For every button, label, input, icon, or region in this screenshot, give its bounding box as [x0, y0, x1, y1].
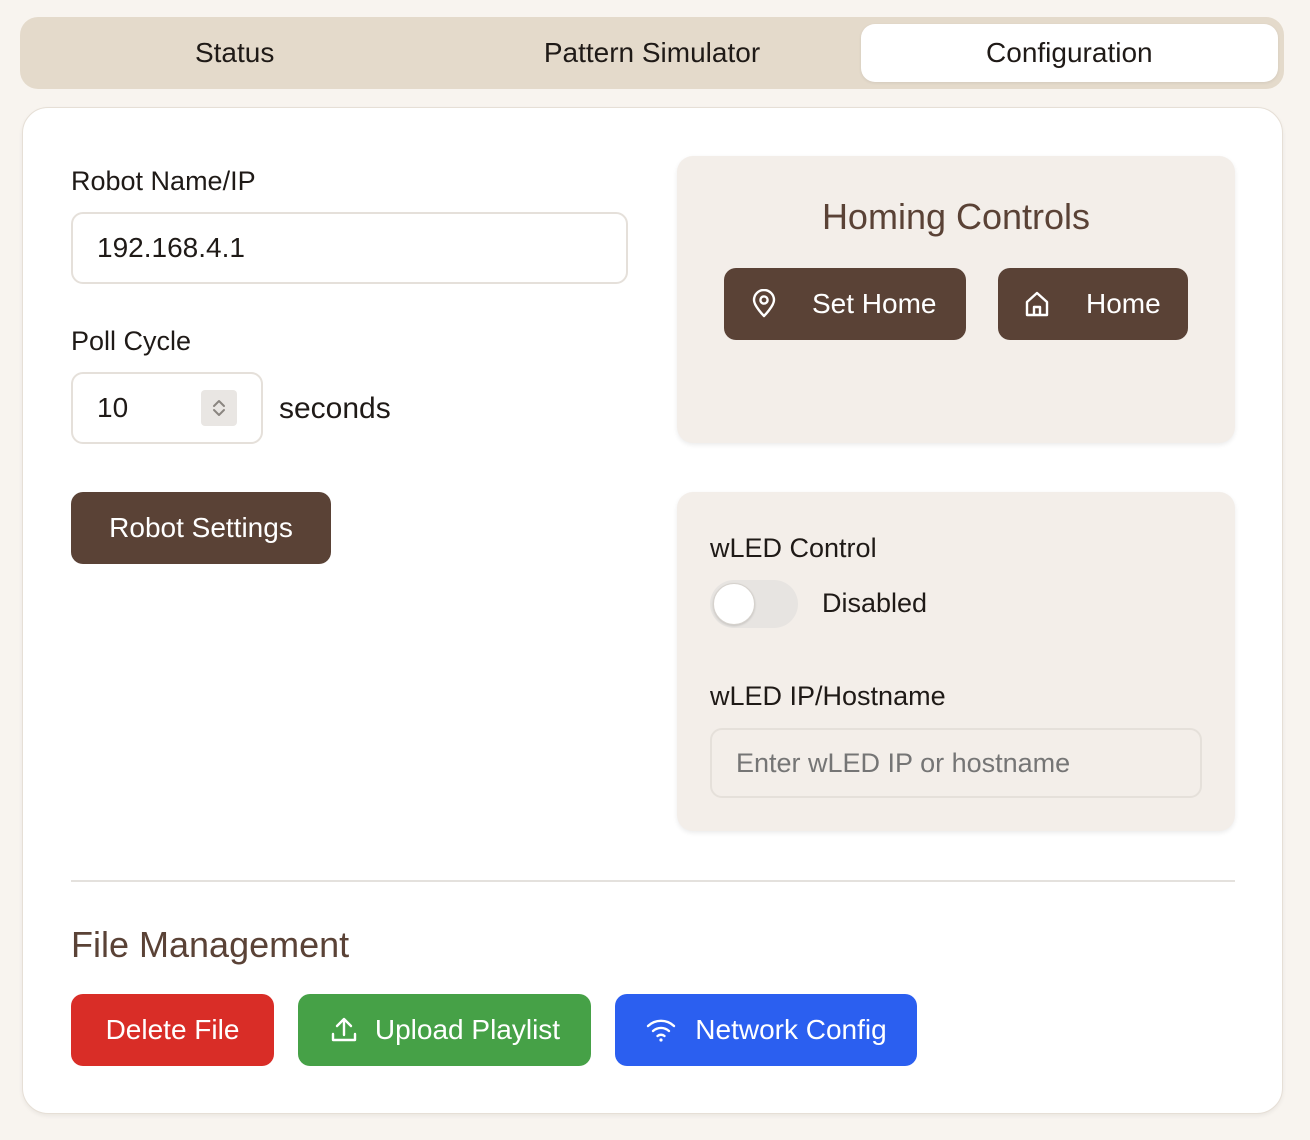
wled-ip-input[interactable]	[710, 728, 1202, 798]
delete-file-label: Delete File	[105, 1014, 240, 1045]
file-management-title: File Management	[71, 924, 350, 965]
wled-toggle[interactable]	[710, 580, 798, 628]
upload-icon	[329, 1015, 359, 1045]
upload-playlist-label: Upload Playlist	[374, 1014, 561, 1045]
homing-controls-title: Homing Controls	[821, 196, 1091, 237]
chevron-down-icon[interactable]	[211, 408, 227, 418]
poll-cycle-input[interactable]: 10	[71, 372, 263, 444]
homing-controls-panel: Homing Controls Set Home Home	[677, 156, 1235, 443]
wifi-icon	[645, 1016, 677, 1044]
network-config-button[interactable]: Network Config	[615, 994, 917, 1066]
robot-name-input[interactable]: 192.168.4.1	[71, 212, 628, 284]
delete-file-button[interactable]: Delete File	[71, 994, 274, 1066]
robot-name-value: 192.168.4.1	[97, 232, 245, 263]
set-home-button[interactable]: Set Home	[724, 268, 966, 340]
poll-cycle-unit: seconds	[279, 392, 391, 425]
tab-pattern-simulator[interactable]: Pattern Simulator	[443, 24, 860, 82]
home-label: Home	[1086, 288, 1161, 319]
tab-status[interactable]: Status	[26, 24, 443, 82]
set-home-label: Set Home	[812, 288, 937, 319]
chevron-up-icon[interactable]	[211, 398, 227, 408]
configuration-card: Robot Name/IP 192.168.4.1 Poll Cycle 10 …	[22, 107, 1283, 1114]
wled-toggle-state: Disabled	[822, 588, 928, 618]
wled-panel: wLED Control Disabled wLED IP/Hostname	[677, 492, 1235, 831]
poll-cycle-value: 10	[97, 392, 129, 423]
house-icon	[1022, 289, 1052, 319]
tab-configuration[interactable]: Configuration	[860, 24, 1278, 82]
robot-settings-label: Robot Settings	[109, 512, 293, 543]
tab-bar: Status Pattern Simulator Configuration	[20, 17, 1284, 89]
poll-cycle-label: Poll Cycle	[71, 326, 192, 356]
upload-playlist-button[interactable]: Upload Playlist	[298, 994, 591, 1066]
number-stepper[interactable]	[201, 390, 237, 426]
wled-control-label: wLED Control	[710, 533, 877, 563]
section-divider	[71, 880, 1235, 882]
wled-ip-label: wLED IP/Hostname	[710, 681, 946, 711]
robot-name-label: Robot Name/IP	[71, 166, 256, 196]
home-button[interactable]: Home	[998, 268, 1188, 340]
map-pin-icon	[750, 289, 778, 319]
network-config-label: Network Config	[695, 1014, 887, 1045]
robot-settings-button[interactable]: Robot Settings	[71, 492, 331, 564]
toggle-knob	[713, 583, 755, 625]
